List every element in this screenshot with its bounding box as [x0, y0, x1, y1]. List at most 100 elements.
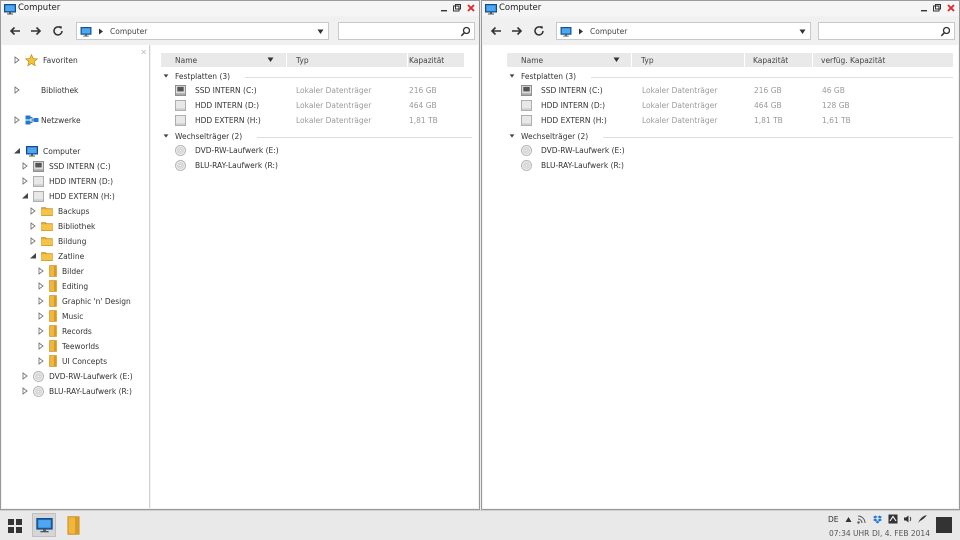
list-item[interactable]: HDD EXTERN (H:) Lokaler Datenträger 1,81… — [175, 114, 479, 128]
list-item[interactable]: DVD-RW-Laufwerk (E:) — [521, 144, 851, 158]
column-header-capacity[interactable]: Kapazität — [753, 56, 788, 65]
sidebar-item-folder[interactable]: Backups — [28, 204, 89, 218]
chevron-down-icon[interactable] — [317, 29, 324, 35]
search-field[interactable] — [338, 22, 475, 40]
list-item[interactable]: DVD-RW-Laufwerk (E:) — [175, 144, 479, 158]
sidebar-item-subfolder[interactable]: Editing — [36, 279, 88, 293]
group-header-fixed-drives[interactable]: Festplatten (3) — [508, 70, 953, 84]
sidebar-item-drive-c[interactable]: SSD INTERN (C:) — [20, 159, 111, 173]
expand-icon[interactable] — [12, 85, 22, 95]
app-tray-icon[interactable] — [888, 514, 898, 524]
sidebar-item-folder[interactable]: Bildung — [28, 234, 86, 248]
collapse-icon[interactable] — [162, 132, 170, 140]
collapse-icon[interactable] — [28, 251, 38, 261]
expand-icon[interactable] — [36, 311, 46, 321]
group-header-fixed-drives[interactable]: Festplatten (3) — [162, 70, 472, 84]
column-header-type[interactable]: Typ — [641, 56, 654, 65]
breadcrumb-arrow-icon[interactable] — [98, 28, 104, 35]
chevron-down-icon[interactable] — [799, 29, 806, 35]
list-item[interactable]: SSD INTERN (C:) Lokaler Datenträger 216 … — [521, 84, 951, 98]
sort-down-icon[interactable] — [613, 57, 620, 63]
sidebar-item-drive-d[interactable]: HDD INTERN (D:) — [20, 174, 113, 188]
sidebar-item-drive-r[interactable]: BLU-RAY-Laufwerk (R:) — [20, 384, 132, 398]
breadcrumb[interactable]: Computer — [590, 27, 627, 36]
expand-icon[interactable] — [12, 115, 22, 125]
collapse-icon[interactable] — [508, 132, 516, 140]
search-field[interactable] — [818, 22, 955, 40]
column-header-free-capacity[interactable]: verfüg. Kapazität — [821, 56, 885, 65]
refresh-icon[interactable] — [50, 23, 66, 39]
expand-icon[interactable] — [28, 221, 38, 231]
sort-down-icon[interactable] — [267, 57, 274, 63]
expand-icon[interactable] — [12, 55, 22, 65]
expand-icon[interactable] — [20, 161, 30, 171]
close-sidebar-icon[interactable]: ✕ — [140, 48, 147, 57]
expand-icon[interactable] — [28, 236, 38, 246]
chevron-up-icon[interactable] — [845, 516, 852, 523]
sidebar-item-network[interactable]: Netzwerke — [12, 113, 81, 127]
sidebar-item-drive-e[interactable]: DVD-RW-Laufwerk (E:) — [20, 369, 133, 383]
collapse-icon[interactable] — [20, 191, 30, 201]
breadcrumb[interactable]: Computer — [110, 27, 147, 36]
address-bar[interactable]: Computer — [556, 22, 811, 40]
expand-icon[interactable] — [36, 266, 46, 276]
list-item[interactable]: HDD EXTERN (H:) Lokaler Datenträger 1,81… — [521, 114, 951, 128]
list-item[interactable]: SSD INTERN (C:) Lokaler Datenträger 216 … — [175, 84, 479, 98]
list-item[interactable]: BLU-RAY-Laufwerk (R:) — [521, 159, 851, 173]
sidebar-item-folder[interactable]: Zatline — [28, 249, 84, 263]
column-header-name[interactable]: Name — [521, 56, 543, 65]
close-icon[interactable] — [946, 3, 956, 13]
close-icon[interactable] — [466, 3, 476, 13]
group-header-removable-drives[interactable]: Wechselträger (2) — [162, 130, 472, 144]
sidebar-item-favorites[interactable]: Favoriten — [12, 53, 78, 67]
sidebar-item-library[interactable]: Bibliothek — [12, 83, 78, 97]
list-item[interactable]: HDD INTERN (D:) Lokaler Datenträger 464 … — [175, 99, 479, 113]
sidebar-item-subfolder[interactable]: Bilder — [36, 264, 84, 278]
minimize-icon[interactable] — [439, 3, 449, 13]
breadcrumb-arrow-icon[interactable] — [578, 28, 584, 35]
expand-icon[interactable] — [20, 176, 30, 186]
maximize-icon[interactable] — [452, 3, 462, 13]
group-header-removable-drives[interactable]: Wechselträger (2) — [508, 130, 953, 144]
dropbox-icon[interactable] — [872, 514, 883, 525]
collapse-icon[interactable] — [508, 72, 516, 80]
maximize-icon[interactable] — [932, 3, 942, 13]
forward-icon[interactable] — [28, 23, 44, 39]
back-icon[interactable] — [7, 23, 23, 39]
expand-icon[interactable] — [36, 326, 46, 336]
minimize-icon[interactable] — [919, 3, 929, 13]
rss-icon[interactable] — [857, 515, 866, 524]
list-item[interactable]: BLU-RAY-Laufwerk (R:) — [175, 159, 479, 173]
sidebar-item-subfolder[interactable]: Music — [36, 309, 83, 323]
sidebar-item-folder[interactable]: Bibliothek — [28, 219, 95, 233]
column-header-name[interactable]: Name — [175, 56, 197, 65]
expand-icon[interactable] — [28, 206, 38, 216]
expand-icon[interactable] — [36, 356, 46, 366]
column-header-capacity[interactable]: Kapazität — [409, 56, 444, 65]
expand-icon[interactable] — [20, 386, 30, 396]
collapse-icon[interactable] — [162, 72, 170, 80]
taskbar-computer-button[interactable] — [32, 513, 56, 537]
language-indicator[interactable]: DE — [828, 515, 839, 524]
start-menu-icon[interactable] — [8, 519, 22, 533]
forward-icon[interactable] — [509, 23, 525, 39]
expand-icon[interactable] — [36, 281, 46, 291]
expand-icon[interactable] — [36, 341, 46, 351]
show-desktop-button[interactable] — [936, 517, 952, 533]
sidebar-item-subfolder[interactable]: UI Concepts — [36, 354, 107, 368]
volume-icon[interactable] — [903, 514, 913, 524]
sidebar-item-subfolder[interactable]: Graphic 'n' Design — [36, 294, 131, 308]
sidebar-item-subfolder[interactable]: Teeworlds — [36, 339, 99, 353]
refresh-icon[interactable] — [531, 23, 547, 39]
column-header-type[interactable]: Typ — [296, 56, 309, 65]
address-bar[interactable]: Computer — [76, 22, 329, 40]
collapse-icon[interactable] — [12, 146, 22, 156]
search-icon[interactable] — [460, 26, 471, 37]
back-icon[interactable] — [488, 23, 504, 39]
sidebar-item-computer[interactable]: Computer — [12, 144, 80, 158]
folder-icon[interactable] — [67, 516, 80, 535]
sidebar-item-drive-h[interactable]: HDD EXTERN (H:) — [20, 189, 115, 203]
clock-date[interactable]: DI, 4. FEB 2014 — [872, 529, 930, 538]
feather-icon[interactable] — [917, 514, 928, 524]
search-icon[interactable] — [940, 26, 951, 37]
